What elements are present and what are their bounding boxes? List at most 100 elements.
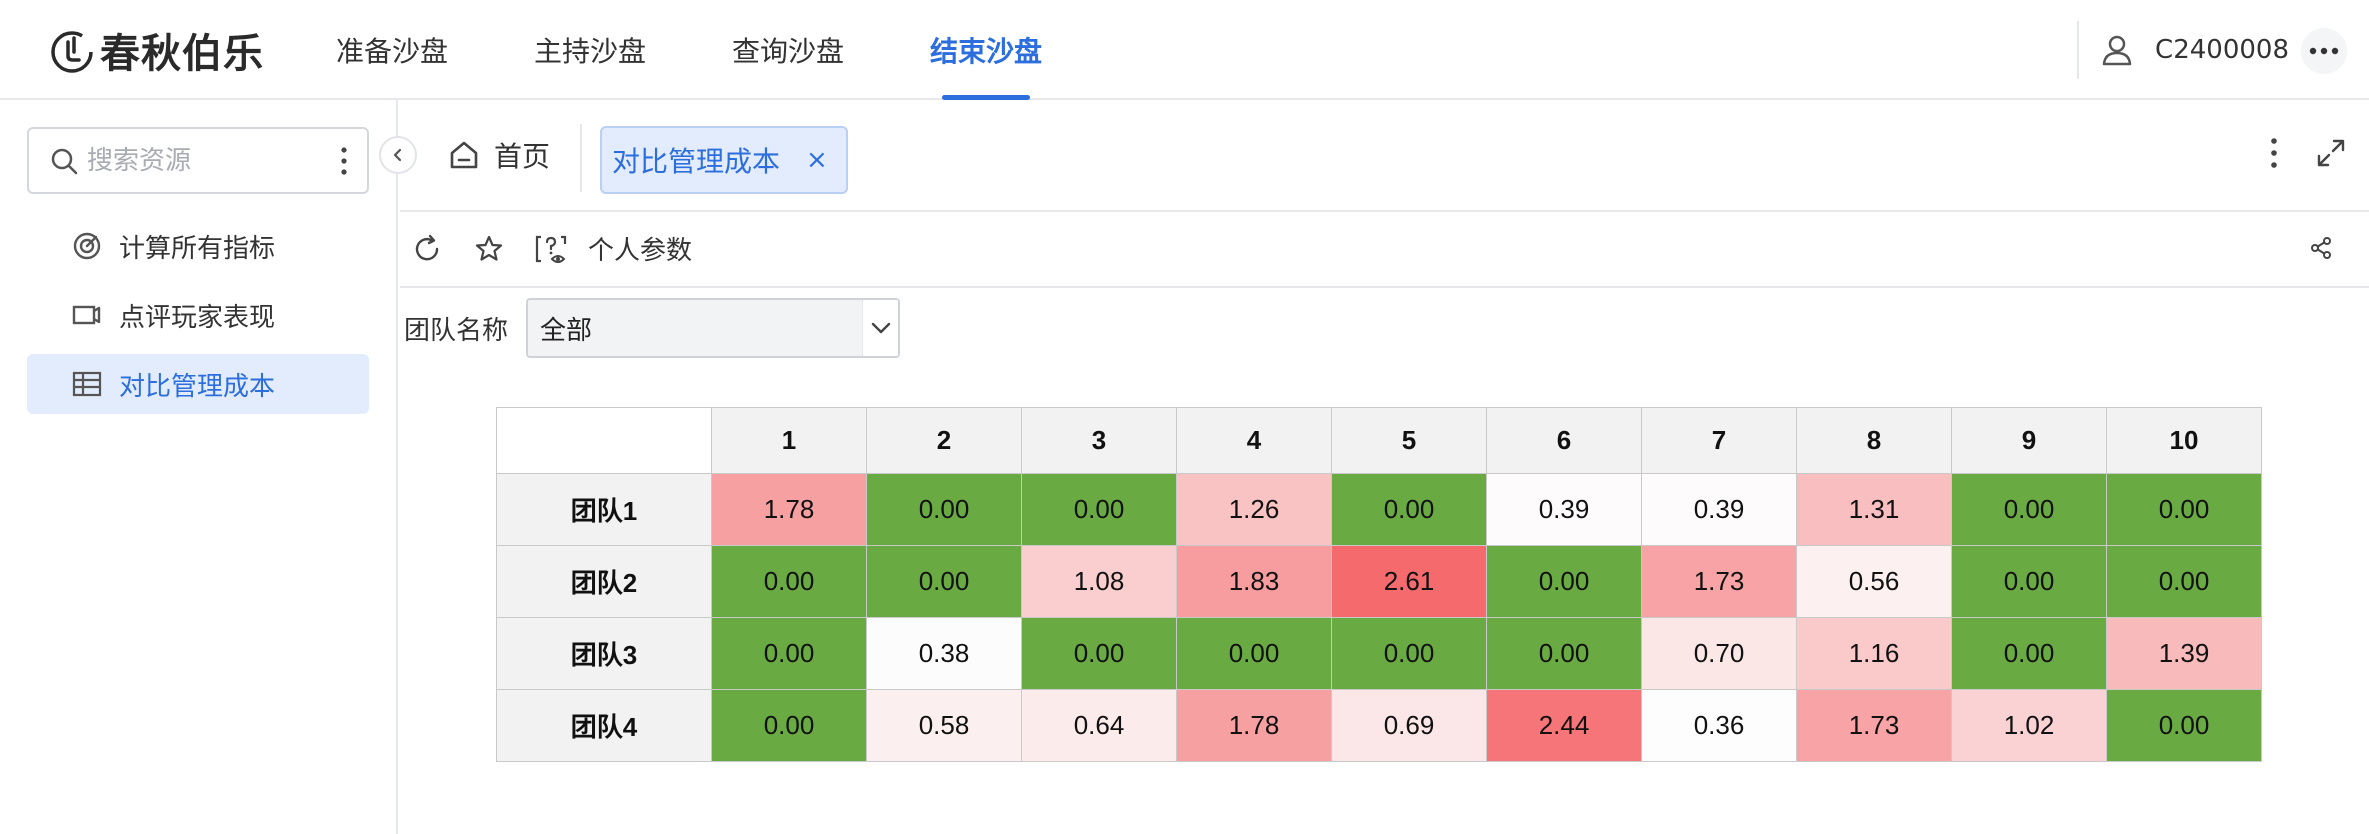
heat-cell: 1.78 xyxy=(711,473,867,546)
column-header: 3 xyxy=(1021,407,1177,474)
column-header: 7 xyxy=(1641,407,1797,474)
heat-cell: 0.00 xyxy=(1951,617,2107,690)
cost-comparison-table: 1 2 3 4 5 6 7 8 9 10 团队1 1.78 0.00 0.00 1.26 0.00 0.39 0… xyxy=(496,407,2262,762)
row-header: 团队3 xyxy=(496,617,712,690)
heat-cell: 0.00 xyxy=(1951,545,2107,618)
heat-cell: 1.08 xyxy=(1021,545,1177,618)
report-toolbar: 个人参数 xyxy=(400,212,2369,288)
heat-cell: 0.00 xyxy=(1021,617,1177,690)
table-icon xyxy=(72,371,102,397)
tab-tools xyxy=(2269,136,2347,170)
heat-cell: 0.00 xyxy=(1951,473,2107,546)
heat-cell: 0.00 xyxy=(2106,545,2262,618)
heat-cell: 0.39 xyxy=(1486,473,1642,546)
gauge-icon xyxy=(73,232,101,260)
row-header: 团队2 xyxy=(496,545,712,618)
column-header: 6 xyxy=(1486,407,1642,474)
sidebar-item-label: 计算所有指标 xyxy=(119,233,276,264)
sidebar-collapse-button[interactable] xyxy=(379,136,417,174)
team-select-value: 全部 xyxy=(540,315,593,346)
heat-cell: 0.56 xyxy=(1796,545,1952,618)
more-options-button[interactable] xyxy=(2301,28,2347,74)
tab-home[interactable]: 首页 xyxy=(448,132,550,178)
heat-cell: 1.78 xyxy=(1176,689,1332,762)
heat-cell: 0.00 xyxy=(711,545,867,618)
sidebar-item-label: 对比管理成本 xyxy=(119,371,276,402)
heat-cell: 0.00 xyxy=(2106,689,2262,762)
parameter-preview-icon[interactable] xyxy=(534,232,568,266)
column-header: 5 xyxy=(1331,407,1487,474)
kebab-menu-icon[interactable] xyxy=(339,145,349,177)
tab-close-icon[interactable]: × xyxy=(806,145,828,175)
heat-cell: 2.44 xyxy=(1486,689,1642,762)
heat-cell: 0.00 xyxy=(1331,617,1487,690)
heat-cell: 0.00 xyxy=(1176,617,1332,690)
top-navigation-bar: 春秋伯乐 准备沙盘 主持沙盘 查询沙盘 结束沙盘 C2400008 xyxy=(0,0,2369,100)
star-icon[interactable] xyxy=(472,232,506,266)
sidebar-item-label: 点评玩家表现 xyxy=(119,302,276,333)
nav-item-host[interactable]: 主持沙盘 xyxy=(534,0,646,100)
main-nav: 准备沙盘 主持沙盘 查询沙盘 结束沙盘 xyxy=(336,0,1128,100)
heat-cell: 1.39 xyxy=(2106,617,2262,690)
chevron-down-icon xyxy=(871,322,890,334)
row-header: 团队1 xyxy=(496,473,712,546)
heat-cell: 0.00 xyxy=(711,617,867,690)
column-header: 8 xyxy=(1796,407,1952,474)
share-icon[interactable] xyxy=(2309,236,2333,260)
personal-params-label[interactable]: 个人参数 xyxy=(588,230,692,267)
tab-label: 对比管理成本 xyxy=(612,145,781,178)
heat-cell: 0.00 xyxy=(1331,473,1487,546)
search-icon xyxy=(51,148,78,174)
logo-text: 春秋伯乐 xyxy=(100,31,264,77)
tab-bar: 首页 对比管理成本 × xyxy=(400,100,2369,212)
fullscreen-icon[interactable] xyxy=(2315,137,2347,169)
table-row: 团队2 0.00 0.00 1.08 1.83 2.61 0.00 1.73 0.56 0.00 0… xyxy=(496,545,2262,618)
home-icon xyxy=(450,141,478,169)
tab-home-label: 首页 xyxy=(494,140,551,173)
heat-cell: 0.00 xyxy=(2106,473,2262,546)
nav-item-prepare[interactable]: 准备沙盘 xyxy=(336,0,448,100)
nav-item-finish[interactable]: 结束沙盘 xyxy=(930,0,1042,100)
column-header: 2 xyxy=(866,407,1022,474)
sidebar-item-review-players[interactable]: 点评玩家表现 xyxy=(27,285,369,345)
heat-cell: 1.16 xyxy=(1796,617,1952,690)
divider xyxy=(2077,21,2080,79)
sidebar-menu: 计算所有指标 点评玩家表现 对比管理成本 xyxy=(27,216,369,423)
kebab-menu-icon[interactable] xyxy=(2269,136,2279,170)
chevron-left-icon xyxy=(393,148,402,162)
comment-box-icon xyxy=(72,305,101,325)
sidebar-item-calculate-metrics[interactable]: 计算所有指标 xyxy=(27,216,369,276)
sidebar: 计算所有指标 点评玩家表现 对比管理成本 xyxy=(0,100,398,834)
tab-compare-costs[interactable]: 对比管理成本 × xyxy=(600,126,848,194)
table-row: 团队4 0.00 0.58 0.64 1.78 0.69 2.44 0.36 1.73 1.02 0… xyxy=(496,689,2262,762)
tab-divider xyxy=(580,124,582,192)
heat-cell: 0.00 xyxy=(866,473,1022,546)
filter-label: 团队名称 xyxy=(404,315,509,346)
row-header: 团队4 xyxy=(496,689,712,762)
heat-cell: 1.73 xyxy=(1796,689,1952,762)
team-select[interactable]: 全部 xyxy=(526,298,901,358)
table-header-row: 1 2 3 4 5 6 7 8 9 10 xyxy=(496,407,2262,474)
column-header: 1 xyxy=(711,407,867,474)
refresh-icon[interactable] xyxy=(410,232,444,266)
user-icon xyxy=(2102,35,2132,66)
heat-cell: 2.61 xyxy=(1331,545,1487,618)
sidebar-item-compare-costs[interactable]: 对比管理成本 xyxy=(27,354,369,414)
table-corner-cell xyxy=(496,407,712,474)
dropdown-toggle[interactable] xyxy=(862,300,899,356)
team-filter: 团队名称 全部 xyxy=(404,298,901,358)
heat-cell: 0.69 xyxy=(1331,689,1487,762)
app-logo[interactable]: 春秋伯乐 xyxy=(46,22,264,78)
heat-cell: 0.39 xyxy=(1641,473,1797,546)
search-box[interactable] xyxy=(27,127,369,194)
nav-item-query[interactable]: 查询沙盘 xyxy=(732,0,844,100)
user-name: C2400008 xyxy=(2155,35,2289,65)
heat-cell: 1.31 xyxy=(1796,473,1952,546)
heat-cell: 0.64 xyxy=(1021,689,1177,762)
heat-cell: 1.02 xyxy=(1951,689,2107,762)
column-header: 9 xyxy=(1951,407,2107,474)
user-menu[interactable]: C2400008 xyxy=(2077,21,2289,79)
heat-cell: 0.00 xyxy=(1486,617,1642,690)
search-input[interactable] xyxy=(87,145,307,176)
column-header: 10 xyxy=(2106,407,2262,474)
